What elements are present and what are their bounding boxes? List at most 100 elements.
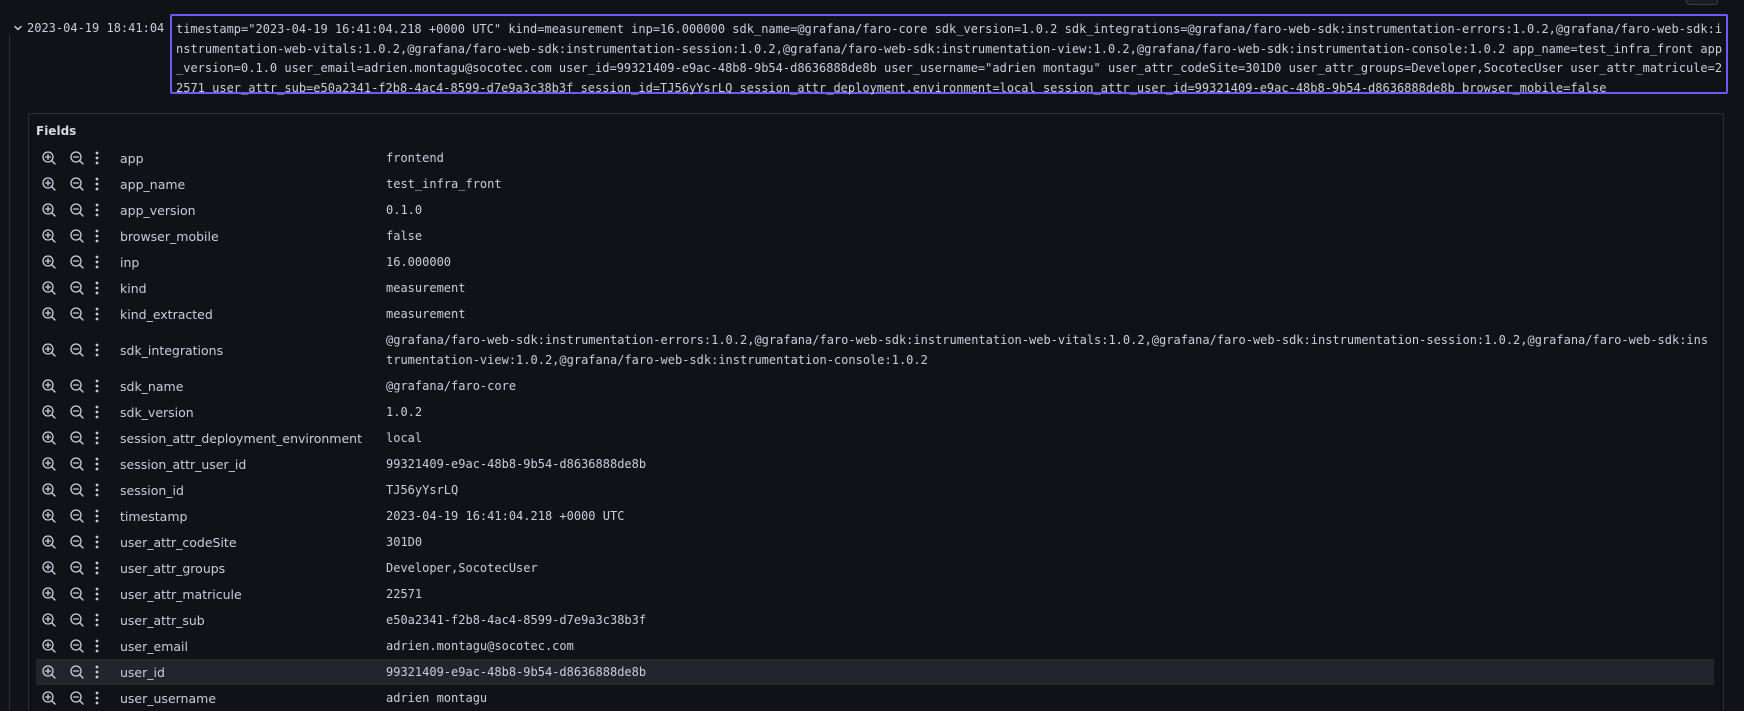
field-row-app: app frontend — [36, 145, 1714, 171]
field-key: timestamp — [120, 508, 188, 524]
zoom-in-icon[interactable] — [40, 455, 58, 473]
zoom-in-icon[interactable] — [40, 341, 58, 359]
field-key: sdk_integrations — [120, 342, 224, 358]
field-actions — [36, 305, 120, 323]
zoom-out-icon[interactable] — [68, 689, 86, 707]
zoom-out-icon[interactable] — [68, 175, 86, 193]
zoom-in-icon[interactable] — [40, 481, 58, 499]
kebab-menu-icon[interactable] — [92, 227, 102, 245]
zoom-out-icon[interactable] — [68, 507, 86, 525]
zoom-in-icon[interactable] — [40, 175, 58, 193]
kebab-menu-icon[interactable] — [92, 637, 102, 655]
field-value: 301D0 — [386, 535, 423, 549]
kebab-menu-icon[interactable] — [92, 253, 102, 271]
kebab-menu-icon[interactable] — [92, 585, 102, 603]
zoom-out-icon[interactable] — [68, 429, 86, 447]
field-actions — [36, 533, 120, 551]
zoom-in-icon[interactable] — [40, 637, 58, 655]
zoom-in-icon[interactable] — [40, 201, 58, 219]
zoom-in-icon[interactable] — [40, 533, 58, 551]
field-key: kind — [120, 280, 147, 296]
zoom-in-icon[interactable] — [40, 507, 58, 525]
zoom-in-icon[interactable] — [40, 377, 58, 395]
field-value: measurement — [386, 281, 466, 295]
zoom-out-icon[interactable] — [68, 305, 86, 323]
zoom-out-icon[interactable] — [68, 201, 86, 219]
kebab-menu-icon[interactable] — [92, 481, 102, 499]
zoom-out-icon[interactable] — [68, 533, 86, 551]
field-row-inp: inp 16.000000 — [36, 249, 1714, 275]
zoom-in-icon[interactable] — [40, 663, 58, 681]
zoom-out-icon[interactable] — [68, 253, 86, 271]
zoom-in-icon[interactable] — [40, 227, 58, 245]
zoom-in-icon[interactable] — [40, 149, 58, 167]
zoom-out-icon[interactable] — [68, 481, 86, 499]
zoom-out-icon[interactable] — [68, 403, 86, 421]
kebab-menu-icon[interactable] — [92, 201, 102, 219]
field-key: app_name — [120, 176, 186, 192]
zoom-out-icon[interactable] — [68, 279, 86, 297]
zoom-in-icon[interactable] — [40, 429, 58, 447]
zoom-out-icon[interactable] — [68, 227, 86, 245]
field-actions — [36, 559, 120, 577]
kebab-menu-icon[interactable] — [92, 663, 102, 681]
kebab-menu-icon[interactable] — [92, 611, 102, 629]
field-value: measurement — [386, 307, 466, 321]
zoom-in-icon[interactable] — [40, 585, 58, 603]
kebab-menu-icon[interactable] — [92, 689, 102, 707]
log-row-gutter — [9, 34, 10, 711]
log-line-message[interactable]: timestamp="2023-04-19 16:41:04.218 +0000… — [170, 14, 1728, 95]
kebab-menu-icon[interactable] — [92, 149, 102, 167]
field-actions — [36, 481, 120, 499]
kebab-menu-icon[interactable] — [92, 279, 102, 297]
field-value: e50a2341-f2b8-4ac4-8599-d7e9a3c38b3f — [386, 613, 647, 627]
zoom-out-icon[interactable] — [68, 611, 86, 629]
log-row-header[interactable]: 2023-04-19 18:41:04 — [12, 18, 164, 36]
zoom-in-icon[interactable] — [40, 559, 58, 577]
field-actions — [36, 611, 120, 629]
kebab-menu-icon[interactable] — [92, 305, 102, 323]
kebab-menu-icon[interactable] — [92, 559, 102, 577]
zoom-out-icon[interactable] — [68, 377, 86, 395]
kebab-menu-icon[interactable] — [92, 455, 102, 473]
zoom-in-icon[interactable] — [40, 689, 58, 707]
field-key: session_attr_deployment_environment — [120, 430, 362, 446]
kebab-menu-icon[interactable] — [92, 175, 102, 193]
zoom-in-icon[interactable] — [40, 305, 58, 323]
zoom-out-icon[interactable] — [68, 585, 86, 603]
field-row-app-name: app_name test_infra_front — [36, 171, 1714, 197]
field-value: false — [386, 229, 423, 243]
kebab-menu-icon[interactable] — [92, 533, 102, 551]
kebab-menu-icon[interactable] — [92, 507, 102, 525]
kebab-menu-icon[interactable] — [92, 403, 102, 421]
zoom-out-icon[interactable] — [68, 455, 86, 473]
kebab-menu-icon[interactable] — [92, 429, 102, 447]
zoom-in-icon[interactable] — [40, 279, 58, 297]
top-corner-button[interactable] — [1686, 0, 1718, 5]
field-value: 16.000000 — [386, 255, 452, 269]
zoom-out-icon[interactable] — [68, 341, 86, 359]
field-row-user-attr-sub: user_attr_sub e50a2341-f2b8-4ac4-8599-d7e… — [36, 607, 1714, 633]
zoom-in-icon[interactable] — [40, 403, 58, 421]
field-key: sdk_version — [120, 404, 194, 420]
field-actions — [36, 663, 120, 681]
field-key: user_attr_codeSite — [120, 534, 237, 550]
zoom-out-icon[interactable] — [68, 637, 86, 655]
kebab-menu-icon[interactable] — [92, 341, 102, 359]
zoom-out-icon[interactable] — [68, 149, 86, 167]
field-key: sdk_name — [120, 378, 184, 394]
field-actions — [36, 689, 120, 707]
field-actions — [36, 341, 120, 359]
zoom-out-icon[interactable] — [68, 559, 86, 577]
kebab-menu-icon[interactable] — [92, 377, 102, 395]
zoom-in-icon[interactable] — [40, 253, 58, 271]
field-row-user-email: user_email adrien.montagu@socotec.com — [36, 633, 1714, 659]
field-value: 22571 — [386, 587, 423, 601]
fields-title: Fields — [36, 124, 77, 138]
chevron-down-icon[interactable] — [12, 22, 24, 34]
field-row-user-id: user_id 99321409-e9ac-48b8-9b54-d8636888d… — [36, 659, 1714, 685]
zoom-out-icon[interactable] — [68, 663, 86, 681]
zoom-in-icon[interactable] — [40, 611, 58, 629]
field-actions — [36, 403, 120, 421]
field-actions — [36, 377, 120, 395]
